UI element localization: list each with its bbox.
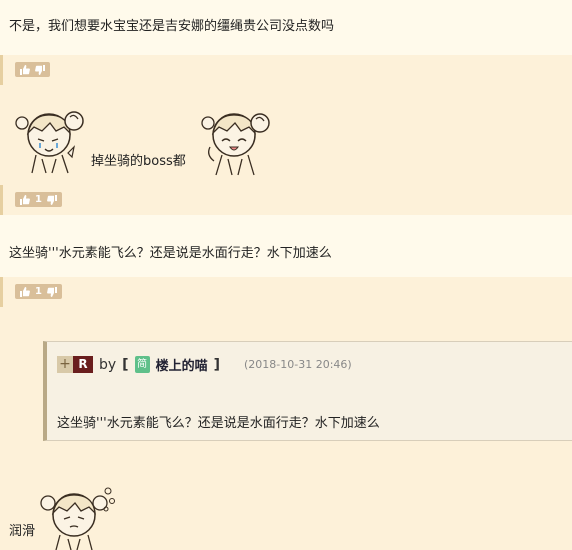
vote-button-3[interactable]: 1 [15,284,62,299]
user-level-icon: 简 [134,356,150,373]
vote-button-2[interactable]: 1 [15,192,62,207]
vote-strip-3: 1 [0,277,572,307]
thumbs-down-icon[interactable] [47,194,58,205]
post-3-text: 这坐骑'''水元素能飞么？还是说是水面行走？水下加速么 [9,246,332,261]
vote-strip-2: 1 [0,185,572,215]
thumbs-up-icon[interactable] [19,64,30,75]
post-4-text: 润滑 [9,524,36,539]
quote-box: + R by [ 简 楼上的喵 ] (2018-10-31 20:46) 这坐骑… [43,341,572,441]
post-2-text: 掉坐骑的boss都 [91,154,186,169]
chibi-sticker-sweat [40,487,115,550]
vote-count: 1 [35,286,42,297]
post-1: 不是，我们想要水宝宝还是吉安娜的缰绳贵公司没点数吗 [0,0,572,55]
quote-header: + R by [ 简 楼上的喵 ] (2018-10-31 20:46) [57,355,352,374]
vote-button-1[interactable] [15,62,50,77]
thumbs-up-icon[interactable] [19,194,30,205]
vote-count: 1 [35,194,42,205]
by-label: by [99,356,117,373]
vote-strip-1 [0,55,572,85]
bracket-open: [ [122,356,129,373]
chibi-sticker-crying [15,111,84,174]
post-3: 这坐骑'''水元素能飞么？还是说是水面行走？水下加速么 [0,215,572,277]
thumbs-up-icon[interactable] [19,286,30,297]
post-2: 掉坐骑的boss都 [0,85,572,185]
reply-badge[interactable]: R [73,356,93,373]
thumbs-down-icon[interactable] [35,64,46,75]
chibi-sticker-happy [201,113,270,176]
quote-date: (2018-10-31 20:46) [244,358,352,371]
post-1-text: 不是，我们想要水宝宝还是吉安娜的缰绳贵公司没点数吗 [9,19,335,34]
quoted-username[interactable]: 楼上的喵 [156,355,208,374]
quote-body: 这坐骑'''水元素能飞么？还是说是水面行走？水下加速么 [57,416,380,431]
thumbs-down-icon[interactable] [47,286,58,297]
expand-button[interactable]: + [57,356,73,373]
bracket-close: ] [213,356,220,373]
